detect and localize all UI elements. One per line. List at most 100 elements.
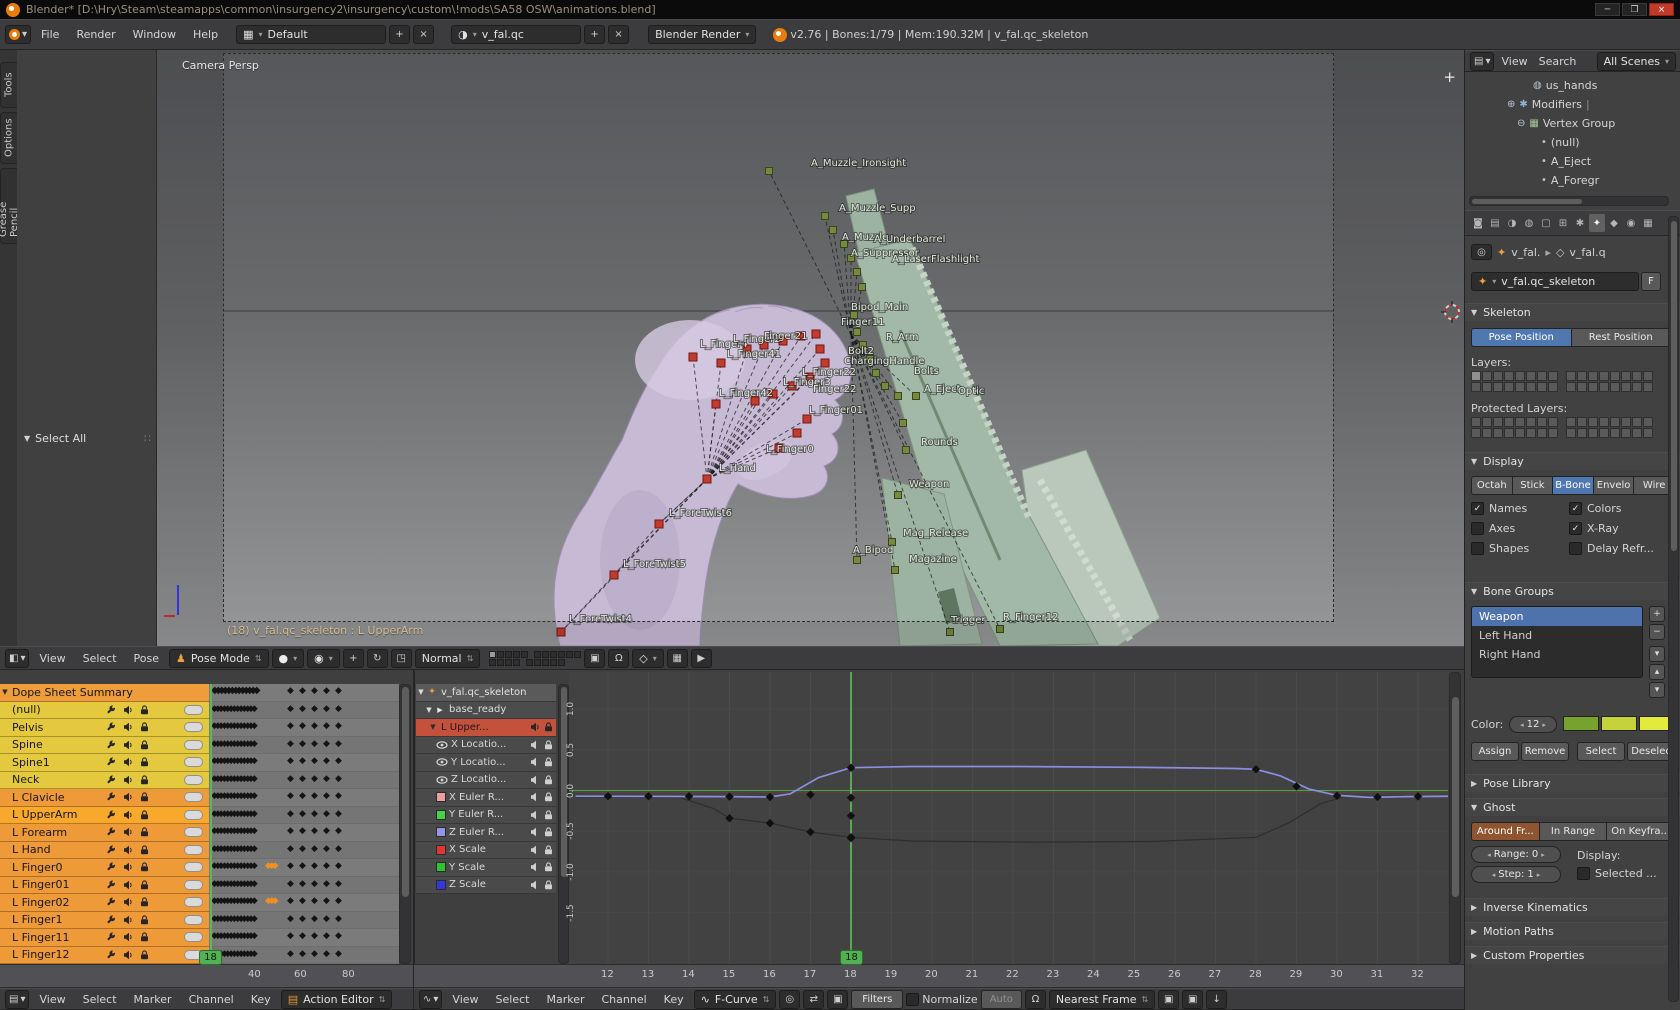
wrench-icon[interactable] — [106, 792, 116, 802]
render-anim-icon[interactable]: ▶ — [690, 648, 712, 668]
scene-layer-cell[interactable] — [550, 650, 558, 658]
lock-icon[interactable] — [544, 740, 553, 750]
layer-cell[interactable] — [1471, 371, 1481, 381]
layer-cell[interactable] — [1548, 371, 1558, 381]
keyframe-strip[interactable]: ◆◆◆◆◆◆◆◆◆◆◆◆◆ ◆ ◆ ◆ ◆ ◆ — [209, 719, 399, 737]
wrench-icon[interactable] — [106, 897, 116, 907]
keyframe-strip[interactable]: ◆◆◆◆◆◆◆◆◆◆◆◆◆ ◆ ◆ ◆ ◆ ◆ — [209, 929, 399, 947]
eye-icon[interactable] — [436, 740, 448, 750]
normalize-checkbox[interactable] — [906, 992, 920, 1006]
dope-channel-l-finger0[interactable]: L Finger0 ◆◆◆◆◆◆◆◆◆◆◆◆◆ ◆ ◆ ◆ ◆ ◆ ◆◆◆ — [0, 859, 399, 877]
outliner-item-a-eject[interactable]: • A_Eject — [1541, 152, 1591, 170]
datablock-selector[interactable]: ✦ ▾ v_fal.qc_skeleton — [1471, 272, 1639, 291]
graph-channel-z-scale[interactable]: Z Scale — [416, 876, 556, 894]
panel-display[interactable]: ▼Display∷ — [1465, 452, 1680, 470]
speaker-icon[interactable] — [530, 827, 540, 837]
dope-channel-l-finger1[interactable]: L Finger1 ◆◆◆◆◆◆◆◆◆◆◆◆◆ ◆ ◆ ◆ ◆ ◆ — [0, 911, 399, 929]
menu-marker[interactable]: Marker — [127, 993, 179, 1006]
scene-layer-cell[interactable] — [526, 658, 534, 666]
dope-channel-l-finger11[interactable]: L Finger11 ◆◆◆◆◆◆◆◆◆◆◆◆◆ ◆ ◆ ◆ ◆ ◆ — [0, 929, 399, 947]
assign-button[interactable]: Assign — [1471, 742, 1519, 761]
wrench-icon[interactable] — [106, 810, 116, 820]
keyframe-strip[interactable]: ◆◆◆◆◆◆◆◆◆◆◆◆◆ ◆ ◆ ◆ ◆ ◆ — [209, 911, 399, 929]
shading-selector[interactable]: ● ▾ — [271, 648, 305, 668]
lock-icon[interactable] — [140, 740, 149, 750]
speaker-icon[interactable] — [530, 775, 540, 785]
keyframe[interactable] — [846, 763, 856, 772]
layer-cell[interactable] — [1577, 382, 1587, 392]
dope-channel-l-clavicle[interactable]: L Clavicle ◆◆◆◆◆◆◆◆◆◆◆◆◆ ◆ ◆ ◆ ◆ ◆ — [0, 789, 399, 807]
lock-icon[interactable] — [140, 880, 149, 890]
layer-cell[interactable] — [1482, 417, 1492, 427]
keyframe[interactable] — [1413, 792, 1423, 801]
speaker-icon[interactable] — [123, 862, 133, 872]
outliner-item-a-foregr[interactable]: • A_Foregr — [1541, 171, 1599, 189]
speaker-icon[interactable] — [123, 932, 133, 942]
dope-channel-dope-sheet-summary[interactable]: ▼ Dope Sheet Summary ◆◆◆◆◆◆◆◆◆◆◆◆◆ ◆ ◆ ◆ ◆ ◆ — [0, 684, 399, 702]
keyframe-strip[interactable]: ◆◆◆◆◆◆◆◆◆◆◆◆◆ ◆ ◆ ◆ ◆ ◆ — [209, 754, 399, 772]
menu-key[interactable]: Key — [244, 993, 278, 1006]
keyframe[interactable] — [1332, 791, 1342, 801]
menu-help[interactable]: Help — [186, 28, 225, 41]
layer-cell[interactable] — [1643, 371, 1653, 381]
layer-cell[interactable] — [1588, 382, 1598, 392]
graph-current-frame-badge[interactable]: 18 — [840, 950, 863, 965]
layer-cell[interactable] — [1504, 382, 1514, 392]
layer-cell[interactable] — [1621, 371, 1631, 381]
wrench-icon[interactable] — [106, 845, 116, 855]
keyframe[interactable] — [603, 791, 613, 801]
layer-cell[interactable] — [1566, 382, 1576, 392]
dope-current-frame-line[interactable] — [210, 684, 212, 964]
panel-ghost[interactable]: ▼Ghost∷ — [1465, 798, 1680, 816]
layer-cell[interactable] — [1548, 417, 1558, 427]
layer-cell[interactable] — [1610, 428, 1620, 438]
lock-icon[interactable] — [140, 932, 149, 942]
expand-icon[interactable]: ⊕ — [1507, 99, 1515, 110]
layer-cell[interactable] — [1610, 382, 1620, 392]
mode-selector[interactable]: ♟ Pose Mode ⇅ — [169, 648, 269, 668]
menu-select[interactable]: Select — [76, 993, 124, 1006]
lock-icon[interactable] — [140, 897, 149, 907]
lock-icon[interactable] — [140, 792, 149, 802]
channel-slider-pill[interactable] — [184, 739, 203, 750]
scene-layer-cell[interactable] — [489, 650, 497, 658]
dope-current-frame-badge[interactable]: 18 — [199, 950, 222, 965]
menu-search[interactable]: Search — [1535, 55, 1581, 68]
render-engine-selector[interactable]: Blender Render ▾ — [648, 25, 757, 44]
outliner-horizontal-scrollbar[interactable] — [1469, 196, 1669, 206]
snap-magnet-icon[interactable]: Ω — [608, 648, 630, 668]
keyframe-strip[interactable]: ◆◆◆◆◆◆◆◆◆◆◆◆◆ ◆ ◆ ◆ ◆ ◆ — [209, 789, 399, 807]
wrench-icon[interactable] — [106, 950, 116, 960]
layer-cell[interactable] — [1577, 428, 1587, 438]
speaker-icon[interactable] — [123, 827, 133, 837]
keyframe-strip[interactable]: ◆◆◆◆◆◆◆◆◆◆◆◆◆ ◆ ◆ ◆ ◆ ◆ — [209, 736, 399, 754]
layer-cell[interactable] — [1610, 417, 1620, 427]
dope-channel-spine1[interactable]: Spine1 ◆◆◆◆◆◆◆◆◆◆◆◆◆ ◆ ◆ ◆ ◆ ◆ — [0, 754, 399, 772]
breadcrumb-data[interactable]: v_fal.q — [1569, 246, 1605, 259]
speaker-icon[interactable] — [530, 810, 540, 820]
channel-slider-pill[interactable] — [184, 757, 203, 768]
layout-delete-button[interactable]: × — [413, 25, 435, 44]
wrench-icon[interactable] — [106, 827, 116, 837]
scene-layer-cell[interactable] — [542, 658, 550, 666]
layer-cell[interactable] — [1471, 417, 1481, 427]
lock-icon[interactable] — [544, 827, 553, 837]
speaker-icon[interactable] — [123, 845, 133, 855]
layer-cell[interactable] — [1537, 417, 1547, 427]
editor-type-3dview-icon[interactable]: ◧ ▾ — [5, 648, 30, 668]
keyframe[interactable] — [725, 792, 734, 801]
speaker-icon[interactable] — [530, 757, 540, 767]
speaker-icon[interactable] — [123, 705, 133, 715]
graph-channel-x-euler-r-[interactable]: X Euler R... — [416, 789, 556, 807]
lock-icon[interactable] — [140, 862, 149, 872]
rest-position-button[interactable]: Rest Position — [1570, 328, 1671, 347]
keyframe-strip[interactable]: ◆◆◆◆◆◆◆◆◆◆◆◆◆ ◆ ◆ ◆ ◆ ◆ ◆◆◆ — [209, 859, 399, 877]
keyframe[interactable] — [765, 818, 775, 828]
layer-cell[interactable] — [1610, 371, 1620, 381]
keyframe[interactable] — [644, 791, 653, 801]
layer-cell[interactable] — [1599, 371, 1609, 381]
scene-layer-cell[interactable] — [550, 658, 558, 666]
layer-cell[interactable] — [1526, 417, 1536, 427]
panel-pose-library[interactable]: ▶Pose Library∷ — [1465, 774, 1680, 792]
keyframe[interactable] — [846, 811, 856, 820]
